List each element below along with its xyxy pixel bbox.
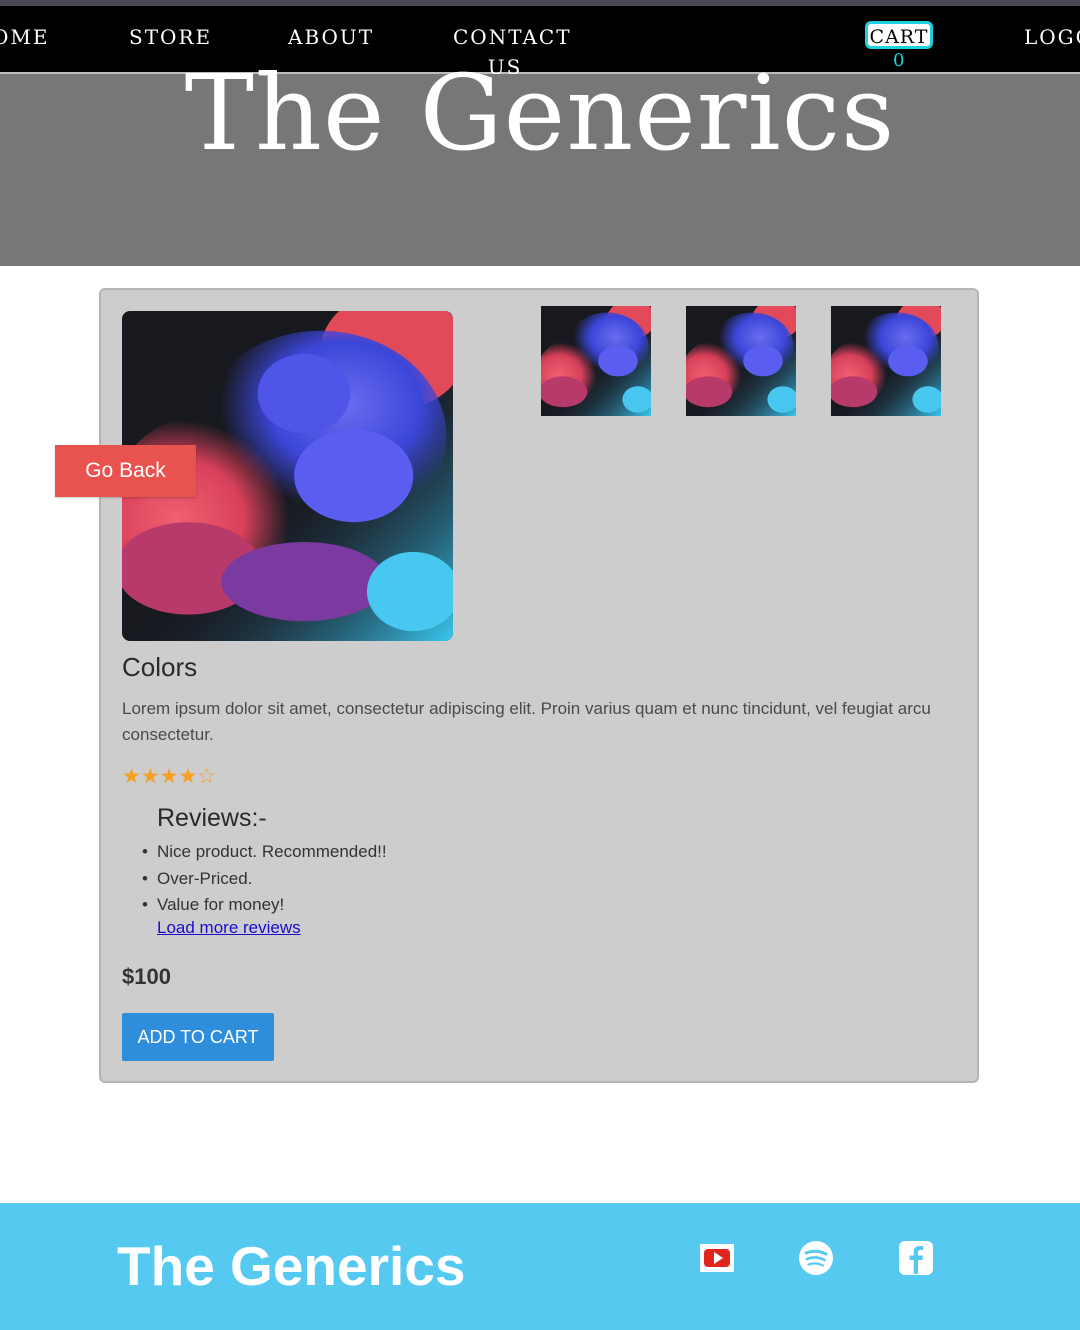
product-thumbnail[interactable] (541, 306, 651, 416)
hero-title: The Generics (184, 52, 896, 174)
facebook-icon[interactable] (898, 1240, 934, 1276)
cart-button[interactable]: CART (865, 21, 933, 49)
product-thumbnail[interactable] (686, 306, 796, 416)
nav-store-link[interactable]: STORE (129, 22, 212, 52)
review-item: Value for money! (142, 892, 387, 919)
product-price: $100 (122, 964, 171, 989)
reviews-heading: Reviews:- (157, 804, 267, 832)
product-description: Lorem ipsum dolor sit amet, consectetur … (122, 699, 931, 744)
footer: The Generics (0, 1203, 1080, 1330)
cart-label: CART (869, 26, 929, 48)
star-rating: ★★★★☆ (122, 765, 217, 788)
nav-about-link[interactable]: ABOUT (288, 22, 374, 52)
product-title: Colors (122, 652, 198, 682)
spotify-icon[interactable] (798, 1240, 834, 1276)
go-back-button[interactable]: Go Back (55, 445, 196, 497)
reviews-list: Nice product. Recommended!! Over-Priced.… (142, 839, 387, 919)
add-to-cart-button[interactable]: ADD TO CART (122, 1013, 274, 1061)
nav-home-link[interactable]: OME (0, 22, 49, 52)
footer-title: The Generics (117, 1235, 466, 1297)
review-item: Nice product. Recommended!! (142, 839, 387, 866)
youtube-icon[interactable] (699, 1240, 735, 1276)
load-more-reviews-link[interactable]: Load more reviews (157, 918, 301, 938)
review-item: Over-Priced. (142, 866, 387, 893)
product-thumbnail[interactable] (831, 306, 941, 416)
nav-logo-link[interactable]: LOGO (1024, 22, 1080, 52)
